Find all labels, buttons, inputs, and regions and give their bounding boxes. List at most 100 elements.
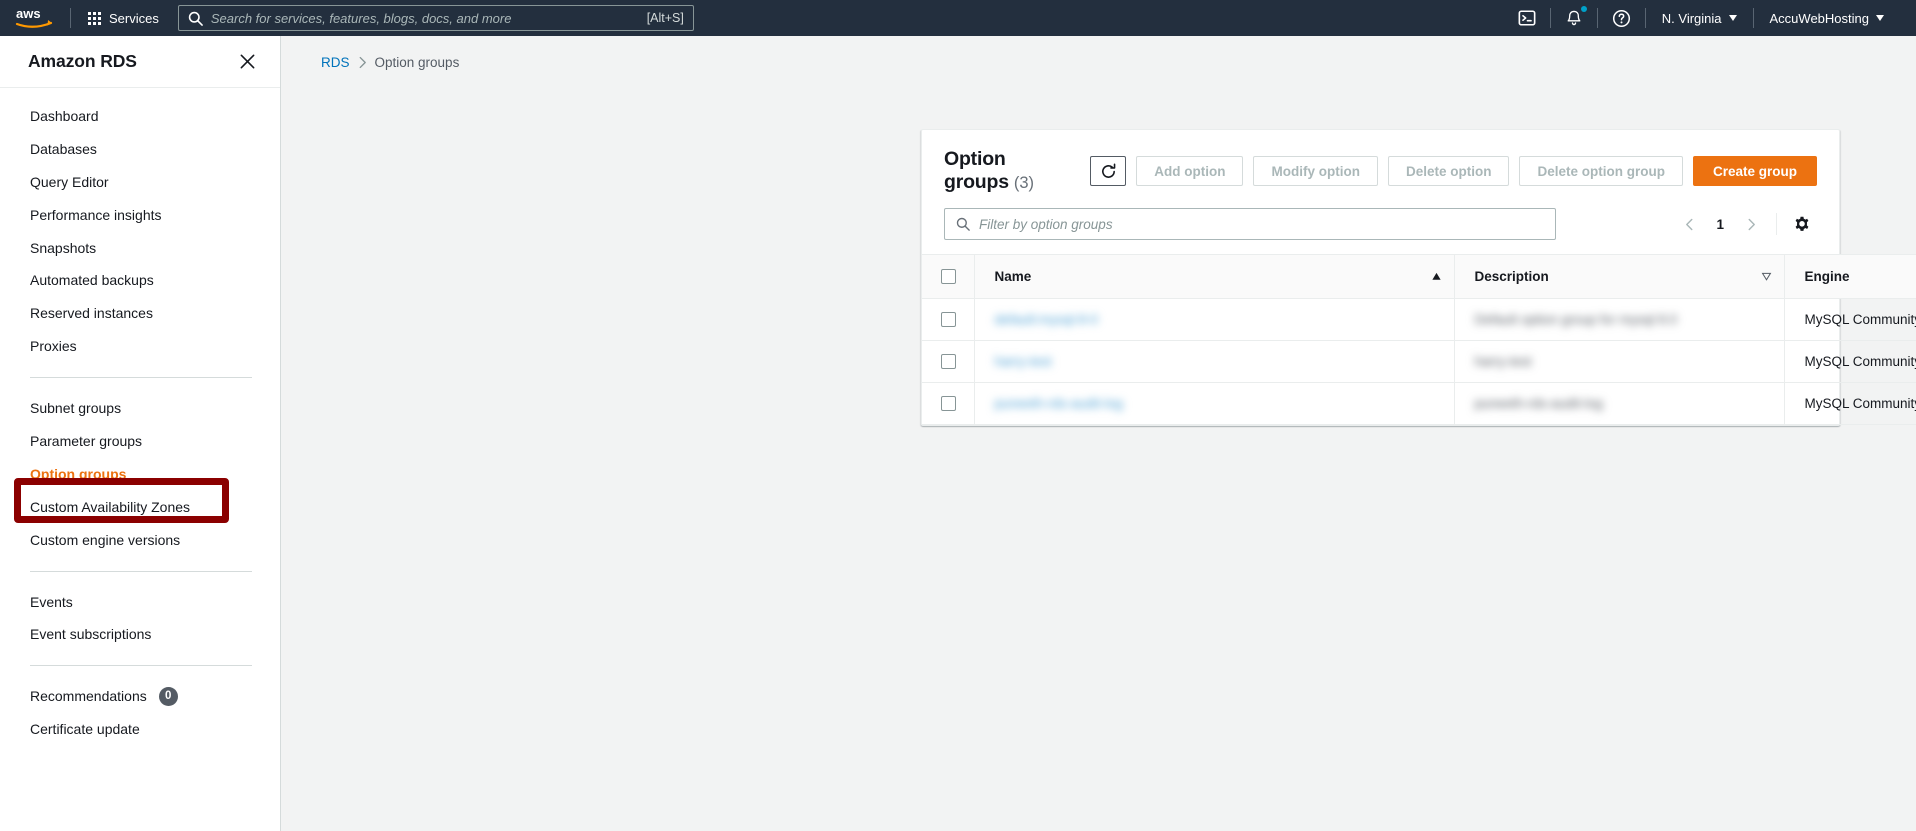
select-all-checkbox[interactable] [940, 269, 956, 284]
column-header-label: Name [994, 269, 1032, 284]
sidebar-item-label: Reserved instances [30, 305, 153, 322]
sidebar-item-certificate-update[interactable]: Certificate update [0, 713, 280, 746]
sidebar-item-databases[interactable]: Databases [0, 133, 280, 166]
row-select-cell [922, 340, 974, 383]
global-header: aws Services [Alt+S] [0, 0, 1916, 36]
sidebar-item-snapshots[interactable]: Snapshots [0, 232, 280, 265]
sidebar-divider [30, 665, 252, 667]
sort-icon [1761, 271, 1772, 282]
pagination-next[interactable] [1736, 209, 1766, 239]
notifications-button[interactable] [1551, 0, 1597, 36]
column-header-label: Description [1474, 269, 1549, 284]
card-actions: Add option Modify option Delete option D… [1090, 156, 1817, 186]
sidebar-item-label: Proxies [30, 338, 77, 355]
cell-value: MySQL Community [1804, 312, 1916, 327]
delete-option-group-button[interactable]: Delete option group [1519, 156, 1683, 186]
main-content: RDS Option groups Option groups (3) Add … [281, 36, 1916, 831]
option-group-name-link[interactable]: harry-test [995, 354, 1052, 369]
sidebar-item-custom-availability-zones[interactable]: Custom Availability Zones [0, 491, 280, 524]
refresh-button[interactable] [1090, 156, 1127, 186]
sidebar-item-subnet-groups[interactable]: Subnet groups [0, 392, 280, 425]
row-select-cell [922, 382, 974, 425]
close-icon[interactable] [239, 53, 256, 70]
account-menu[interactable]: AccuWebHosting [1754, 0, 1900, 36]
table-row[interactable]: harry-testharry-testMySQL Community8.0MA… [922, 340, 1916, 383]
cell-description: Default option group for mysql 8.0 [1453, 298, 1784, 341]
add-option-button[interactable]: Add option [1136, 156, 1244, 186]
sidebar-item-query-editor[interactable]: Query Editor [0, 166, 280, 199]
sidebar-item-reserved-instances[interactable]: Reserved instances [0, 297, 280, 330]
create-group-button[interactable]: Create group [1692, 156, 1817, 186]
filter-input-wrapper[interactable] [944, 208, 1556, 240]
table-row[interactable]: puneeth-rds-audit-log puneeth-rds-audit-l… [922, 382, 1916, 425]
services-label: Services [109, 10, 159, 26]
table-body: default:mysql-8-0 Default option group fo… [922, 298, 1916, 425]
sidebar-item-performance-insights[interactable]: Performance insights [0, 199, 280, 232]
column-header-description[interactable]: Description [1453, 254, 1784, 299]
grid-icon [88, 11, 101, 25]
option-group-name-link[interactable]: puneeth-rds-audit-log [995, 396, 1123, 411]
sidebar-item-dashboard[interactable]: Dashboard [0, 100, 280, 133]
help-button[interactable] [1598, 0, 1645, 36]
option-groups-card: Option groups (3) Add option Modify optio… [921, 129, 1916, 426]
sidebar-item-events[interactable]: Events [0, 586, 280, 619]
cell-engine: MySQL Community [1783, 340, 1916, 383]
sidebar-item-label: Certificate update [30, 721, 140, 738]
sidebar-item-option-groups[interactable]: Option groups [0, 458, 280, 491]
chevron-right-icon [1748, 218, 1755, 230]
breadcrumb: RDS Option groups [281, 36, 1916, 81]
table-header-row: NameDescriptionEngineEngine versionOptio… [922, 254, 1916, 299]
header-right-cluster: N. Virginia AccuWebHosting [1504, 0, 1916, 36]
cloudshell-icon [1518, 10, 1536, 26]
sidebar-divider [30, 377, 252, 379]
delete-option-button[interactable]: Delete option [1387, 156, 1510, 186]
sidebar-item-automated-backups[interactable]: Automated backups [0, 264, 280, 297]
filter-input[interactable] [979, 216, 1544, 232]
cell-name: harry-test [973, 340, 1454, 383]
row-checkbox[interactable] [940, 396, 956, 411]
sidebar-item-recommendations[interactable]: Recommendations 0 [0, 680, 280, 713]
sidebar-item-proxies[interactable]: Proxies [0, 330, 280, 363]
cloudshell-button[interactable] [1504, 0, 1550, 36]
sidebar-item-label: Subnet groups [30, 400, 122, 417]
sidebar-item-custom-engine-versions[interactable]: Custom engine versions [0, 524, 280, 557]
breadcrumb-current: Option groups [374, 55, 460, 70]
region-label: N. Virginia [1661, 10, 1722, 26]
row-checkbox[interactable] [940, 312, 956, 327]
pagination-page-1[interactable]: 1 [1706, 217, 1734, 232]
pagination-prev[interactable] [1674, 209, 1704, 239]
table-row[interactable]: default:mysql-8-0 Default option group fo… [922, 298, 1916, 341]
option-group-name-link[interactable]: default:mysql-8-0 [995, 312, 1099, 327]
table-preferences-button[interactable] [1787, 209, 1817, 239]
sidebar-item-label: Events [30, 593, 73, 610]
search-icon [188, 11, 203, 26]
search-shortcut-hint: [Alt+S] [646, 11, 684, 25]
notification-indicator [1580, 6, 1587, 12]
sidebar-item-event-subscriptions[interactable]: Event subscriptions [0, 618, 280, 651]
sidebar-item-parameter-groups[interactable]: Parameter groups [0, 425, 280, 458]
option-groups-table: NameDescriptionEngineEngine versionOptio… [922, 254, 1916, 425]
modify-option-button[interactable]: Modify option [1253, 156, 1378, 186]
chevron-right-icon [358, 56, 367, 69]
chevron-down-icon [1728, 15, 1737, 21]
global-search[interactable]: [Alt+S] [177, 5, 694, 31]
page-count: (3) [1013, 174, 1035, 192]
sidebar-item-label: Performance insights [30, 206, 162, 223]
refresh-icon [1101, 163, 1116, 178]
sidebar-item-label: Automated backups [30, 272, 154, 289]
option-group-description: puneeth-rds-audit-log [1474, 396, 1603, 411]
sidebar-item-label: Databases [30, 140, 97, 157]
breadcrumb-link-rds[interactable]: RDS [321, 55, 350, 70]
card-header: Option groups (3) Add option Modify optio… [922, 130, 1839, 208]
aws-logo[interactable]: aws [14, 5, 58, 31]
cell-name: puneeth-rds-audit-log [973, 382, 1454, 425]
sidebar-divider [30, 570, 252, 572]
sidebar-header: Amazon RDS [0, 36, 280, 88]
column-header-engine[interactable]: Engine [1783, 254, 1916, 299]
column-header-name[interactable]: Name [973, 254, 1454, 299]
services-menu-button[interactable]: Services [81, 6, 166, 31]
search-input[interactable] [210, 10, 639, 26]
cell-value: MySQL Community [1804, 354, 1916, 369]
row-checkbox[interactable] [940, 354, 956, 369]
region-selector[interactable]: N. Virginia [1646, 0, 1753, 36]
